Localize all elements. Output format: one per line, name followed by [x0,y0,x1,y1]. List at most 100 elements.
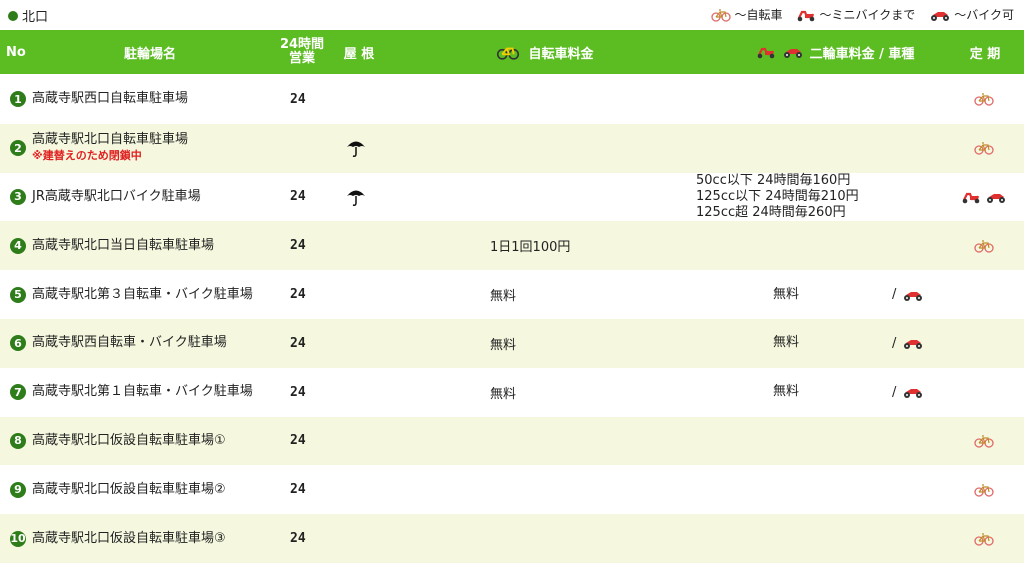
row-number-badge: 6 [10,335,26,352]
parking-name: 高蔵寺駅北口自転車駐車場 [32,132,189,148]
slash: / [892,384,897,400]
parking-name-cell: 7 高蔵寺駅北第１自転車・バイク駐車場 [10,368,280,417]
hours-24: 24 [290,433,306,449]
legend-label: ～自転車 [734,8,783,22]
header-roof: 屋 根 [343,46,375,62]
scooter-icon [961,190,981,204]
closure-note: ※建替えのため閉鎖中 [32,149,142,163]
parking-name-cell: 3 JR高蔵寺駅北口バイク駐車場 [10,173,280,222]
header-moto-fee: 二輪車料金 / 車種 [720,30,950,74]
header-no: No [6,44,26,60]
bicycle-icon [974,434,994,448]
moto-fee: 無料 [773,270,973,319]
table-row: 5 高蔵寺駅北第３自転車・バイク駐車場 24 無料 無料 / [0,270,1024,319]
bike-fee: 無料 [490,337,517,353]
parking-name-wrap: 高蔵寺駅北口仮設自転車駐車場① [32,433,226,449]
teiki-cell [962,173,1006,222]
legend-item-motorcycle: ～バイク可 [929,6,1014,23]
moto-fee: 無料 [773,368,973,417]
moto-fee: 無料 [773,319,973,368]
hours-24: 24 [290,238,306,254]
header-name: 駐輪場名 [123,46,176,62]
parking-name-wrap: 高蔵寺駅北口仮設自転車駐車場② [32,482,226,498]
parking-name-wrap: 高蔵寺駅北第１自転車・バイク駐車場 [32,384,253,400]
parking-list: 1 高蔵寺駅西口自転車駐車場 24 2 高蔵寺駅北口自転車駐車場 ※建替えのため閉鎖中 3 J… [0,75,1024,563]
hours-24: 24 [290,482,306,498]
row-number-badge: 1 [10,91,26,108]
parking-name-cell: 6 高蔵寺駅西自転車・バイク駐車場 [10,319,280,368]
hours-24: 24 [290,335,306,351]
parking-name-cell: 9 高蔵寺駅北口仮設自転車駐車場② [10,465,280,514]
header-hours-line2: 営業 [288,51,315,66]
bicycle-icon [974,483,994,497]
bike-fee: 無料 [490,386,517,402]
motorcycle-icon [782,45,804,59]
moto-fee-line: 50cc以下 24時間毎160円 [696,172,851,188]
umbrella-icon [345,138,367,158]
motorcycle-icon [985,190,1007,204]
parking-name: 高蔵寺駅西口自転車駐車場 [32,91,189,107]
moto-types: / [892,368,932,417]
moto-types: / [892,270,932,319]
parking-name-wrap: 高蔵寺駅西口自転車駐車場 [32,91,188,107]
parking-name-cell: 2 高蔵寺駅北口自転車駐車場 ※建替えのため閉鎖中 [10,124,280,173]
moto-fee-line: 無料 [773,384,800,400]
hours-24: 24 [290,384,306,400]
moto-fee-line: 無料 [773,335,800,351]
scooter-icon [796,8,816,22]
hours-24: 24 [290,91,306,107]
teiki-cell [962,221,1006,270]
moto-fee-line: 125cc超 24時間毎260円 [696,204,846,220]
table-header: No 駐輪場名 24時間 営業 屋 根 自転車料金 二輪車料金 / 車種 定 期 [0,30,1024,74]
slash: / [892,335,897,351]
teiki-cell [962,417,1006,466]
motorcycle-icon [902,385,924,399]
parking-name: 高蔵寺駅北口当日自転車駐車場 [32,237,215,253]
bicycle-icon [974,239,994,253]
bicycle-icon [974,532,994,546]
parking-name-wrap: 高蔵寺駅西自転車・バイク駐車場 [32,335,227,351]
row-number-badge: 8 [10,432,26,449]
moto-fee-line: 125cc以下 24時間毎210円 [696,188,859,204]
bike-fee: 1日1回100円 [490,240,571,256]
bicycle-icon [974,92,994,107]
top-bar: 北口 ～自転車 ～ミニバイクまで ～バイク可 [0,0,1024,30]
row-number-badge: 7 [10,384,26,401]
header-teiki: 定 期 [969,46,1001,62]
parking-name: 高蔵寺駅北口仮設自転車駐車場③ [32,530,226,546]
parking-name-cell: 4 高蔵寺駅北口当日自転車駐車場 [10,221,280,270]
vehicle-legend: ～自転車 ～ミニバイクまで ～バイク可 [711,6,1014,23]
header-moto-fee-label: 二輪車料金 / 車種 [809,46,915,62]
table-row: 6 高蔵寺駅西自転車・バイク駐車場 24 無料 無料 / [0,318,1024,368]
motorcycle-icon [929,8,951,22]
row-number-badge: 5 [10,286,26,303]
row-number-badge: 9 [10,481,26,498]
moto-fee: 50cc以下 24時間毎160円 125cc以下 24時間毎210円 125cc超 … [696,173,896,222]
parking-name-cell: 10 高蔵寺駅北口仮設自転車駐車場③ [10,514,280,563]
parking-name: 高蔵寺駅北第１自転車・バイク駐車場 [32,384,253,400]
row-number-badge: 10 [10,530,26,547]
moto-types: / [892,319,932,368]
table-row: 10 高蔵寺駅北口仮設自転車駐車場③ 24 [0,514,1024,563]
table-row: 9 高蔵寺駅北口仮設自転車駐車場② 24 [0,465,1024,514]
moto-fee-line: 無料 [773,286,800,302]
motorcycle-icon [902,288,924,302]
bicycle-icon [974,141,994,155]
hours-24: 24 [290,189,306,205]
header-hours: 24時間 営業 [272,30,332,74]
row-number-badge: 4 [10,237,26,254]
bullet-dot-icon [8,10,18,21]
area-title-text: 北口 [22,10,49,25]
table-row: 4 高蔵寺駅北口当日自転車駐車場 24 1日1回100円 [0,221,1024,271]
teiki-cell [962,465,1006,514]
parking-name: JR高蔵寺駅北口バイク駐車場 [32,188,201,204]
teiki-cell [962,75,1006,124]
row-number-badge: 3 [10,188,26,205]
legend-label: ～バイク可 [954,8,1014,22]
slash: / [892,287,897,303]
table-row: 1 高蔵寺駅西口自転車駐車場 24 [0,75,1024,124]
parking-name-wrap: 高蔵寺駅北口自転車駐車場 ※建替えのため閉鎖中 [32,132,188,164]
header-bike-fee: 自転車料金 [420,30,670,74]
parking-name-wrap: JR高蔵寺駅北口バイク駐車場 [32,189,201,205]
row-number-badge: 2 [10,140,26,157]
